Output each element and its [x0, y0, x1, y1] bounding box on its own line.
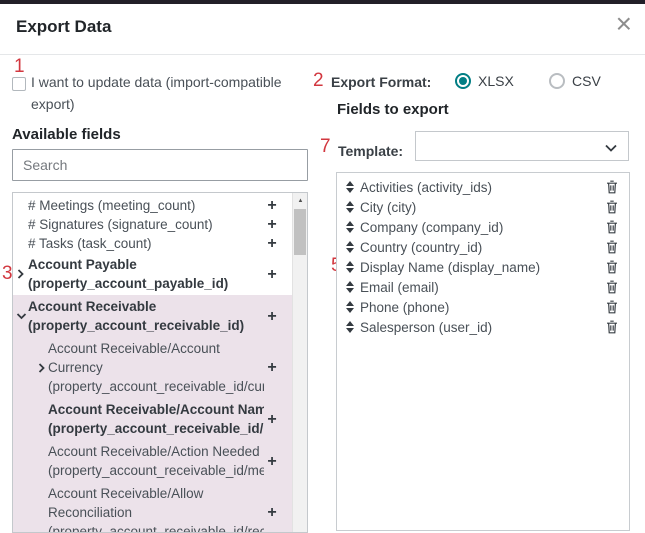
export-field-label: Phone (phone) [360, 300, 606, 315]
trash-icon[interactable] [606, 260, 618, 274]
available-field-item[interactable]: Account Receivable/AllowReconciliation(p… [13, 482, 292, 533]
add-field-button[interactable]: + [264, 196, 280, 215]
field-label: # Signatures (signature_count) [13, 215, 264, 234]
update-data-label[interactable]: I want to update data (import-compatible… [31, 71, 303, 115]
export-field-item[interactable]: Phone (phone) [337, 297, 629, 317]
available-field-item[interactable]: # Signatures (signature_count)+ [13, 215, 292, 234]
available-field-item[interactable]: # Tasks (task_count)+ [13, 234, 292, 253]
drag-handle-icon[interactable] [345, 181, 355, 193]
field-label: Account Receivable/Account Name(property… [13, 400, 264, 438]
available-fields-list: # Meetings (meeting_count)+# Signatures … [13, 193, 292, 533]
background-app-topbar [0, 0, 645, 4]
scrollbar[interactable]: ▲ [292, 193, 307, 532]
chevron-right-icon[interactable] [37, 362, 46, 373]
available-field-item[interactable]: Account Receivable/Action Needed(propert… [13, 440, 292, 482]
export-field-label: Company (company_id) [360, 220, 606, 235]
annotation-7: 7 [320, 137, 331, 156]
add-field-button[interactable]: + [264, 307, 280, 326]
available-field-item[interactable]: Account Receivable/AccountCurrency(prope… [13, 337, 292, 398]
add-field-button[interactable]: + [264, 215, 280, 234]
drag-handle-icon[interactable] [345, 201, 355, 213]
field-label: # Meetings (meeting_count) [13, 196, 264, 215]
scrollbar-thumb[interactable] [294, 209, 306, 255]
trash-icon[interactable] [606, 240, 618, 254]
add-field-button[interactable]: + [264, 503, 280, 522]
radio-selected-icon[interactable] [455, 73, 471, 89]
field-label: Account Receivable/AllowReconciliation(p… [13, 484, 264, 533]
update-data-checkbox[interactable] [12, 77, 26, 91]
chevron-right-icon[interactable] [16, 269, 25, 280]
drag-handle-icon[interactable] [345, 281, 355, 293]
export-field-label: Salesperson (user_id) [360, 320, 606, 335]
dialog-title: Export Data [16, 17, 111, 37]
export-field-item[interactable]: Email (email) [337, 277, 629, 297]
template-label: Template: [338, 143, 403, 159]
available-field-item[interactable]: Account Payable(property_account_payable… [13, 253, 292, 295]
trash-icon[interactable] [606, 320, 618, 334]
field-label: Account Receivable/AccountCurrency(prope… [13, 339, 264, 396]
trash-icon[interactable] [606, 180, 618, 194]
template-select[interactable] [415, 131, 629, 161]
available-field-item[interactable]: Account Receivable/Account Name(property… [13, 398, 292, 440]
export-field-item[interactable]: City (city) [337, 197, 629, 217]
export-field-label: City (city) [360, 200, 606, 215]
annotation-2: 2 [313, 71, 324, 90]
add-field-button[interactable]: + [264, 358, 280, 377]
search-input[interactable] [12, 149, 308, 181]
radio-xlsx[interactable]: XLSX [455, 73, 514, 89]
add-field-button[interactable]: + [264, 410, 280, 429]
export-field-label: Activities (activity_ids) [360, 180, 606, 195]
scroll-up-button[interactable]: ▲ [293, 193, 308, 208]
trash-icon[interactable] [606, 200, 618, 214]
field-label: # Tasks (task_count) [13, 234, 264, 253]
export-field-item[interactable]: Country (country_id) [337, 237, 629, 257]
drag-handle-icon[interactable] [345, 301, 355, 313]
trash-icon[interactable] [606, 220, 618, 234]
export-format-label: Export Format: [331, 74, 431, 90]
drag-handle-icon[interactable] [345, 221, 355, 233]
add-field-button[interactable]: + [264, 452, 280, 471]
export-field-item[interactable]: Display Name (display_name) [337, 257, 629, 277]
add-field-button[interactable]: + [264, 234, 280, 253]
export-field-item[interactable]: Activities (activity_ids) [337, 177, 629, 197]
drag-handle-icon[interactable] [345, 321, 355, 333]
export-field-item[interactable]: Company (company_id) [337, 217, 629, 237]
export-field-label: Email (email) [360, 280, 606, 295]
field-label: Account Receivable/Action Needed(propert… [13, 442, 264, 480]
export-field-label: Display Name (display_name) [360, 260, 606, 275]
annotation-3: 3 [2, 264, 13, 283]
radio-unselected-icon[interactable] [549, 73, 565, 89]
radio-xlsx-label: XLSX [478, 73, 514, 89]
chevron-down-icon[interactable] [16, 312, 27, 321]
field-label: Account Payable(property_account_payable… [13, 255, 264, 293]
export-data-dialog: Export Data × 1 2 3 4 5 6 7 I want to up… [0, 0, 645, 533]
chevron-down-icon [604, 141, 618, 159]
export-field-item[interactable]: Salesperson (user_id) [337, 317, 629, 337]
available-field-item[interactable]: Account Receivable(property_account_rece… [13, 295, 292, 337]
available-field-item[interactable]: # Meetings (meeting_count)+ [13, 196, 292, 215]
export-field-label: Country (country_id) [360, 240, 606, 255]
radio-csv[interactable]: CSV [549, 73, 601, 89]
drag-handle-icon[interactable] [345, 241, 355, 253]
drag-handle-icon[interactable] [345, 261, 355, 273]
available-fields-heading: Available fields [12, 126, 121, 143]
radio-csv-label: CSV [572, 73, 601, 89]
trash-icon[interactable] [606, 300, 618, 314]
export-fields-list: Activities (activity_ids) City (city) Comp… [337, 173, 629, 337]
fields-to-export-heading: Fields to export [337, 101, 449, 118]
annotation-1: 1 [14, 57, 25, 76]
export-fields-box: Activities (activity_ids) City (city) Comp… [336, 172, 630, 531]
close-icon[interactable]: × [616, 10, 632, 38]
field-label: Account Receivable(property_account_rece… [13, 297, 264, 335]
trash-icon[interactable] [606, 280, 618, 294]
add-field-button[interactable]: + [264, 265, 280, 284]
header-divider [0, 54, 645, 55]
available-fields-box: # Meetings (meeting_count)+# Signatures … [12, 192, 308, 533]
